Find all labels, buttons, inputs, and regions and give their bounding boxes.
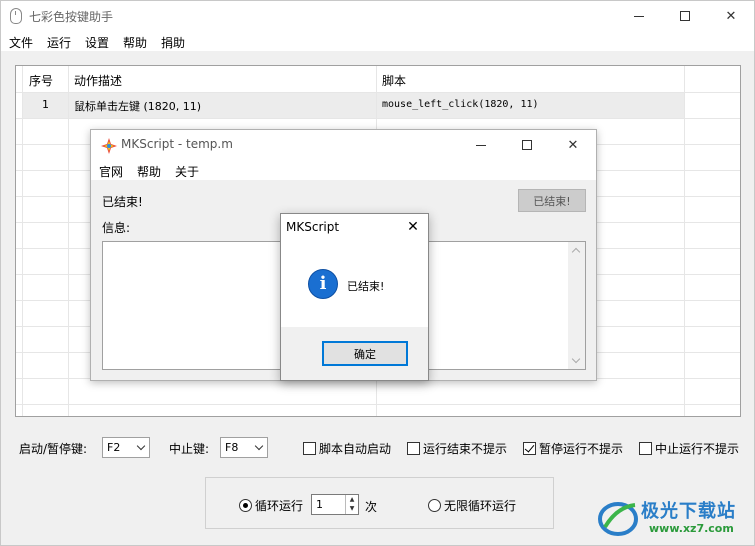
- watermark-logo-icon: [598, 502, 638, 536]
- start-pause-label: 启动/暂停键:: [19, 442, 88, 456]
- start-pause-select[interactable]: F2: [102, 437, 150, 458]
- menu-help[interactable]: 帮助: [123, 34, 147, 51]
- infinite-loop-radio[interactable]: 无限循环运行: [428, 497, 516, 514]
- grid-line: [16, 92, 740, 93]
- menu-help[interactable]: 帮助: [137, 163, 161, 180]
- chevron-down-icon: [254, 441, 264, 451]
- mkscript-maximize-button[interactable]: [504, 130, 550, 160]
- finished-button-label: 已结束!: [533, 194, 571, 208]
- chevron-down-icon: [136, 441, 146, 451]
- mouse-icon: [10, 8, 22, 24]
- grid-line: [22, 66, 23, 416]
- stepper-down-icon[interactable]: ▼: [346, 504, 358, 513]
- infinite-loop-label: 无限循环运行: [444, 499, 517, 513]
- mkscript-close-button[interactable]: ✕: [550, 130, 596, 160]
- maximize-icon: [680, 11, 690, 21]
- dialog-close-button[interactable]: ✕: [404, 218, 422, 236]
- info-icon: i: [308, 269, 338, 299]
- ok-button[interactable]: 确定: [322, 341, 408, 366]
- checkbox-box: [639, 442, 652, 455]
- checkbox-box: [407, 442, 420, 455]
- start-pause-value: F2: [107, 441, 121, 454]
- loop-group: 循环运行 1 ▲ ▼ 次 无限循环运行: [205, 477, 554, 529]
- loop-unit: 次: [365, 500, 378, 514]
- close-icon: ✕: [725, 8, 737, 24]
- finished-button[interactable]: 已结束!: [518, 189, 586, 212]
- checkbox-box-checked: [523, 442, 536, 455]
- watermark-en: www.xz7.com: [649, 522, 734, 535]
- title-bar: 七彩色按键助手 ✕: [1, 1, 754, 31]
- loop-run-label: 循环运行: [255, 499, 304, 513]
- ok-button-label: 确定: [354, 347, 376, 361]
- minimize-button[interactable]: [616, 1, 662, 31]
- checkbox-label: 运行结束不提示: [423, 442, 508, 456]
- row-index: 1: [42, 98, 49, 111]
- stop-key-value: F8: [225, 441, 239, 454]
- stepper-up-icon[interactable]: ▲: [346, 495, 358, 504]
- close-icon: ✕: [407, 219, 419, 235]
- scrollbar[interactable]: [568, 242, 585, 369]
- row-description: 鼠标单击左键 (1820, 11): [74, 100, 202, 113]
- mkscript-title-bar: MKScript - temp.m ✕: [91, 130, 596, 160]
- mkscript-title: MKScript - temp.m: [121, 137, 233, 151]
- header-script[interactable]: 脚本: [382, 72, 406, 89]
- no-stop-prompt-checkbox[interactable]: 中止运行不提示: [639, 440, 739, 457]
- minimize-icon: [634, 15, 644, 17]
- auto-start-checkbox[interactable]: 脚本自动启动: [303, 440, 391, 457]
- mkscript-menu-bar: 官网 帮助 关于: [91, 160, 596, 180]
- loop-run-radio[interactable]: 循环运行: [239, 497, 303, 514]
- window-title: 七彩色按键助手: [29, 10, 114, 24]
- scroll-up-icon[interactable]: [571, 247, 581, 257]
- maximize-button[interactable]: [662, 1, 708, 31]
- checkbox-box: [303, 442, 316, 455]
- stop-key-select[interactable]: F8: [220, 437, 268, 458]
- watermark-cn: 极光下载站: [641, 501, 736, 522]
- loop-count-stepper[interactable]: 1 ▲ ▼: [311, 494, 359, 515]
- close-icon: ✕: [567, 137, 579, 153]
- header-description[interactable]: 动作描述: [74, 72, 122, 89]
- dialog-message: 已结束!: [347, 280, 385, 293]
- header-index[interactable]: 序号: [29, 72, 53, 89]
- grid-line: [68, 66, 69, 416]
- minimize-icon: [476, 144, 486, 146]
- maximize-icon: [522, 140, 532, 150]
- grid-line: [16, 118, 740, 119]
- grid-line: [16, 404, 740, 405]
- radio-dot-selected: [239, 499, 252, 512]
- info-label: 信息:: [102, 221, 131, 235]
- menu-bar: 文件 运行 设置 帮助 捐助: [1, 31, 754, 51]
- menu-donate[interactable]: 捐助: [161, 34, 185, 51]
- menu-run[interactable]: 运行: [47, 34, 71, 51]
- stop-key-label: 中止键:: [169, 442, 210, 456]
- mkscript-status: 已结束!: [102, 195, 143, 209]
- message-dialog: MKScript ✕ i 已结束! 确定: [280, 213, 429, 381]
- stepper-buttons[interactable]: ▲ ▼: [345, 495, 358, 514]
- checkbox-label: 中止运行不提示: [655, 442, 740, 456]
- menu-file[interactable]: 文件: [9, 34, 33, 51]
- dialog-footer: 确定: [281, 327, 428, 380]
- mkscript-minimize-button[interactable]: [458, 130, 504, 160]
- scroll-down-icon[interactable]: [571, 354, 581, 364]
- menu-website[interactable]: 官网: [99, 163, 123, 180]
- dialog-title: MKScript: [286, 220, 340, 234]
- watermark: 极光下载站 www.xz7.com: [597, 495, 747, 541]
- no-pause-prompt-checkbox[interactable]: 暂停运行不提示: [523, 440, 623, 457]
- checkbox-label: 脚本自动启动: [319, 442, 392, 456]
- close-button[interactable]: ✕: [708, 1, 754, 31]
- mkscript-logo-icon: [101, 138, 117, 154]
- row-script: mouse_left_click(1820, 11): [382, 99, 539, 110]
- checkbox-label: 暂停运行不提示: [539, 442, 624, 456]
- radio-dot: [428, 499, 441, 512]
- no-end-prompt-checkbox[interactable]: 运行结束不提示: [407, 440, 507, 457]
- menu-settings[interactable]: 设置: [85, 34, 109, 51]
- grid-line: [684, 66, 685, 416]
- loop-count-value: 1: [316, 498, 323, 511]
- menu-about[interactable]: 关于: [175, 163, 199, 180]
